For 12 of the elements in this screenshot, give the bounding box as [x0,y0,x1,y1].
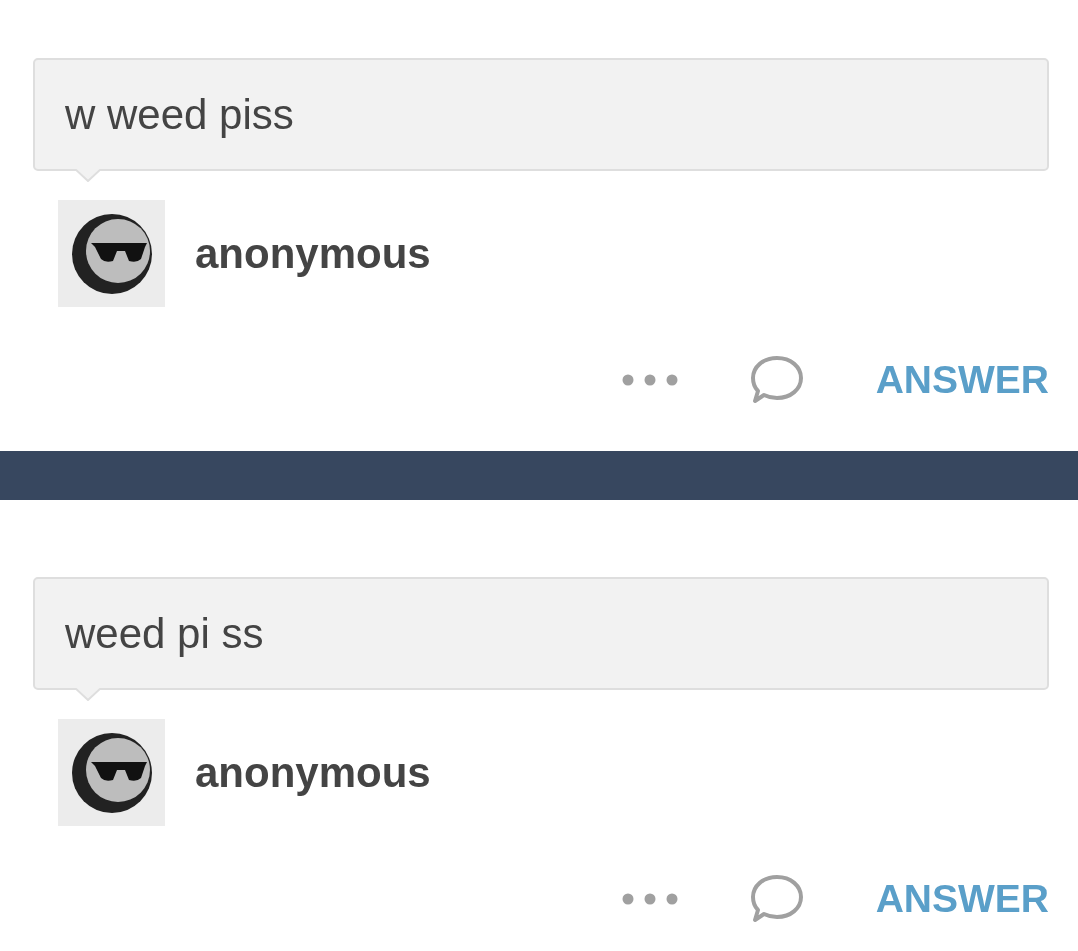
question-text: weed pi ss [65,609,264,658]
comment-icon[interactable] [749,874,804,924]
answer-button[interactable]: ANSWER [875,877,1049,921]
question-text: w weed piss [65,90,294,139]
more-icon[interactable] [621,893,678,905]
comment-icon[interactable] [749,355,804,405]
avatar-icon [70,731,153,814]
author-name: anonymous [195,748,431,797]
author-name: anonymous [195,229,431,278]
more-icon[interactable] [621,374,678,386]
avatar-icon [70,212,153,295]
answer-button[interactable]: ANSWER [875,358,1049,402]
